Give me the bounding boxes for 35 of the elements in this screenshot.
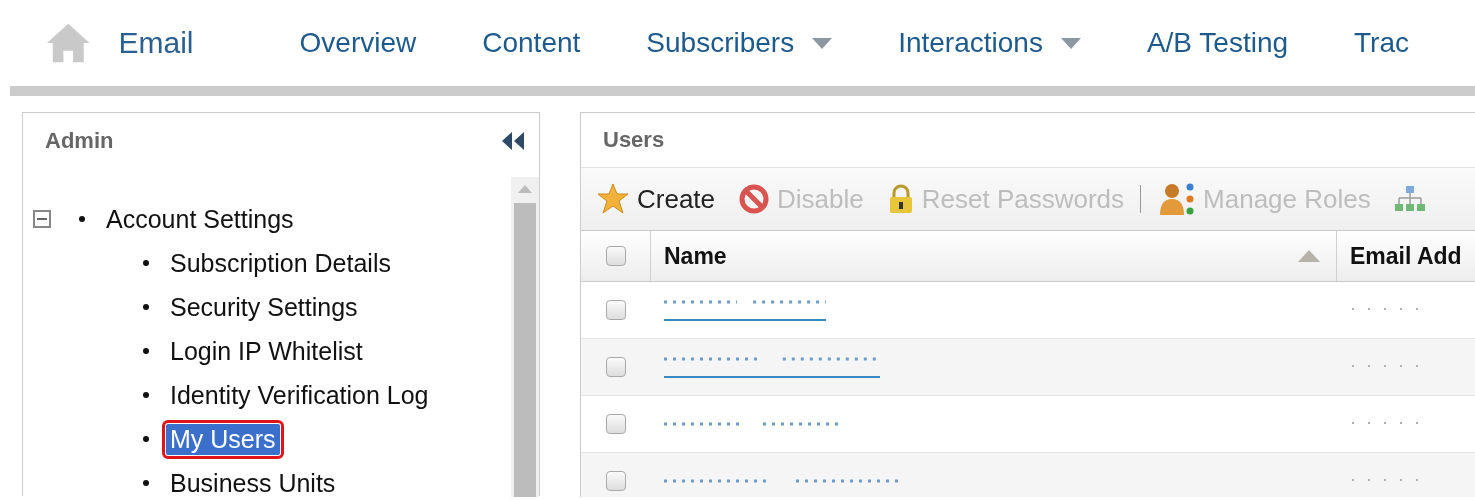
- checkbox[interactable]: [606, 414, 626, 434]
- tree-item[interactable]: Security Settings: [166, 291, 362, 323]
- panel-title: Admin: [45, 128, 114, 154]
- app-title: Email: [118, 26, 194, 60]
- nav-tab[interactable]: Overview: [299, 27, 417, 59]
- tree-item[interactable]: Login IP Whitelist: [166, 335, 367, 367]
- nav-tab[interactable]: Subscribers: [646, 27, 833, 59]
- column-title: Name: [664, 242, 727, 270]
- redacted-link-drawing[interactable]: [664, 298, 826, 322]
- tree-item[interactable]: Business Units: [166, 467, 340, 499]
- nav-tab[interactable]: Content: [482, 27, 581, 59]
- tree-item[interactable]: Identity Verification Log: [166, 379, 433, 411]
- star-icon: [597, 183, 629, 215]
- nav-tab[interactable]: A/B Testing: [1146, 27, 1289, 59]
- collapse-icon[interactable]: [501, 131, 525, 151]
- user-roles-icon: [1159, 182, 1196, 216]
- tree-item[interactable]: Subscription Details: [166, 247, 395, 279]
- toolbar-button[interactable]: Create: [597, 183, 716, 215]
- scroll-up-icon[interactable]: [518, 185, 532, 193]
- panel-title: Users: [603, 127, 665, 153]
- column-header[interactable]: Name: [651, 231, 1337, 281]
- checkbox[interactable]: [606, 471, 626, 491]
- scrollbar[interactable]: [511, 177, 539, 497]
- hierarchy-icon: [1394, 185, 1425, 213]
- checkbox[interactable]: [606, 300, 626, 320]
- home-icon[interactable]: [46, 21, 91, 65]
- prohibited-icon: [739, 184, 770, 214]
- tree-item[interactable]: Account Settings: [102, 203, 298, 235]
- redacted-link-drawing[interactable]: [664, 355, 880, 379]
- nav-tab[interactable]: Interactions: [898, 27, 1081, 59]
- nav-tab[interactable]: Trac: [1354, 27, 1409, 59]
- checkbox[interactable]: [605, 246, 626, 266]
- collapse-toggle-icon[interactable]: [33, 210, 51, 228]
- checkbox[interactable]: [606, 357, 626, 377]
- padlock-icon: [887, 184, 914, 214]
